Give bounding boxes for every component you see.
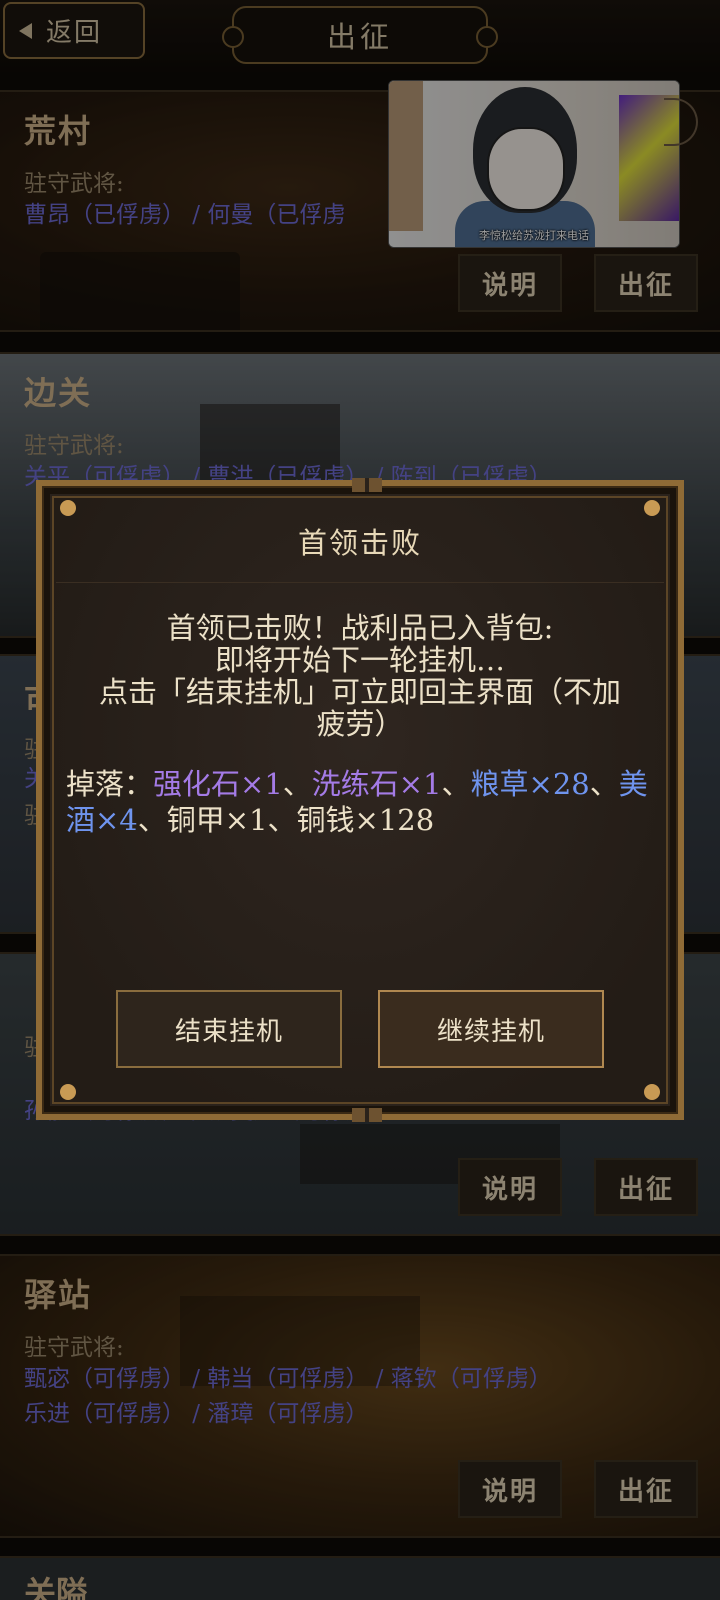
top-clasp-icon: [352, 478, 382, 492]
corner-stud-icon: [644, 1084, 660, 1100]
message-line: 即将开始下一轮挂机…: [214, 643, 505, 677]
end-idle-button[interactable]: 结束挂机: [116, 990, 342, 1068]
corner-stud-icon: [60, 1084, 76, 1100]
dialog-divider: [56, 582, 664, 583]
drop-item: 粮草×28: [470, 767, 590, 801]
drop-item: 铜钱×128: [296, 803, 435, 837]
drops-label: 掉落：: [66, 767, 154, 801]
drops-list: 掉落：强化石×1、洗练石×1、粮草×28、美酒×4、铜甲×1、铜钱×128: [66, 766, 658, 838]
message-line: 点击「结束挂机」可立即回主界面（不加: [98, 675, 621, 709]
drop-separator: 、: [441, 767, 471, 801]
drop-separator: 、: [267, 803, 297, 837]
bottom-clasp-icon: [352, 1108, 382, 1122]
dialog-title: 首领击败: [297, 526, 422, 560]
corner-stud-icon: [644, 500, 660, 516]
drop-item: 强化石×1: [153, 767, 283, 801]
message-line: 首领已击败！战利品已入背包:: [166, 611, 554, 645]
drop-items: 强化石×1、洗练石×1、粮草×28、美酒×4、铜甲×1、铜钱×128: [66, 767, 648, 837]
drop-item: 铜甲×1: [166, 803, 268, 837]
drop-separator: 、: [282, 767, 312, 801]
drop-item: 洗练石×1: [311, 767, 442, 801]
boss-defeated-dialog: 首领击败 首领已击败！战利品已入背包: 即将开始下一轮挂机… 点击「结束挂机」可…: [36, 478, 684, 1122]
drop-separator: 、: [137, 803, 167, 837]
dialog-message: 首领已击败！战利品已入背包: 即将开始下一轮挂机… 点击「结束挂机」可立即回主界…: [62, 612, 658, 740]
message-line: 疲劳）: [316, 707, 404, 741]
continue-idle-button[interactable]: 继续挂机: [378, 990, 604, 1068]
drop-separator: 、: [589, 767, 619, 801]
corner-stud-icon: [60, 500, 76, 516]
